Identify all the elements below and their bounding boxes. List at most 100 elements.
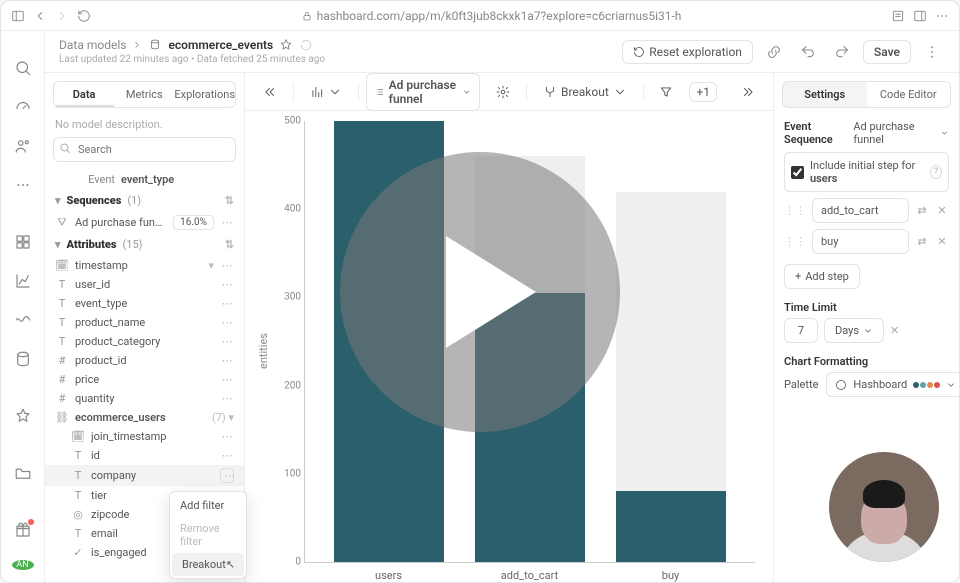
palette-selector[interactable]: Hashboard — [826, 372, 959, 397]
tree-row[interactable]: ⛛Ad purchase funnel16.0%⋯ — [45, 212, 244, 233]
swap-icon[interactable]: ⇄ — [915, 204, 929, 217]
search-icon — [59, 142, 71, 154]
nav-rail: AN — [1, 31, 45, 582]
time-limit-unit[interactable]: Days — [824, 318, 884, 343]
browser-titlebar: hashboard.com/app/m/k0ft3jub8ckxk1a7?exp… — [1, 1, 959, 31]
more-icon[interactable] — [14, 176, 32, 197]
model-subtitle: Last updated 22 minutes ago • Data fetch… — [59, 54, 325, 65]
swap-icon[interactable]: ⇄ — [915, 235, 929, 248]
menu-breakout[interactable]: Breakout↖ — [172, 553, 244, 576]
nav-forward-icon — [55, 9, 69, 23]
chart-icon[interactable] — [14, 272, 32, 293]
panel-icon[interactable] — [913, 9, 927, 23]
reset-exploration-button[interactable]: Reset exploration — [622, 40, 753, 64]
search-input[interactable] — [53, 137, 236, 162]
header-bar: Data models ecommerce_events Last update… — [45, 31, 959, 73]
event-sequence-selector[interactable]: Ad purchase funnel — [853, 120, 949, 146]
drag-handle-icon[interactable]: ⋮⋮ — [784, 204, 806, 217]
remove-step-icon[interactable]: ✕ — [935, 235, 949, 248]
tab-metrics[interactable]: Metrics — [114, 82, 174, 107]
tree-row[interactable]: #price⋯ — [45, 370, 244, 389]
user-avatar[interactable]: AN — [12, 560, 34, 570]
wave-icon[interactable] — [14, 311, 32, 332]
reader-icon[interactable] — [891, 9, 905, 23]
tree-row[interactable]: 🗓join_timestamp⋯ — [45, 427, 244, 446]
url-bar[interactable]: hashboard.com/app/m/k0ft3jub8ckxk1a7?exp… — [99, 9, 883, 23]
video-play-button[interactable] — [340, 152, 620, 432]
y-axis-label: entities — [253, 121, 274, 582]
model-title[interactable]: ecommerce_events — [168, 38, 273, 52]
help-icon[interactable]: ? — [930, 165, 942, 179]
lock-icon — [301, 10, 313, 22]
star-icon[interactable] — [14, 407, 32, 428]
star-outline-icon[interactable] — [279, 38, 293, 52]
menu-remove-filter: Remove filter — [170, 517, 246, 553]
dashboard-icon[interactable] — [14, 98, 32, 119]
tree-row[interactable]: Tproduct_category⋯ — [45, 332, 244, 351]
clear-time-limit-icon[interactable]: ✕ — [890, 324, 899, 337]
tree-row[interactable]: 🗓timestamp▾⋯ — [45, 256, 244, 275]
time-limit-value[interactable]: 7 — [784, 318, 818, 343]
kebab-icon[interactable] — [919, 39, 945, 65]
reset-icon — [633, 46, 645, 58]
filter-icon — [659, 85, 673, 99]
collapse-left-icon[interactable] — [255, 81, 285, 103]
model-icon — [148, 38, 162, 52]
step-field-1[interactable]: add_to_cart — [812, 198, 909, 223]
breakout-icon — [543, 85, 557, 99]
breakout-dropdown[interactable]: Breakout — [535, 81, 635, 103]
tab-settings[interactable]: Settings — [783, 82, 867, 107]
chevron-right-icon — [132, 40, 142, 50]
database-icon[interactable] — [14, 350, 32, 371]
list-icon — [375, 85, 384, 99]
include-initial-step-checkbox[interactable]: Include initial step for users ? — [784, 152, 949, 192]
breadcrumb-parent[interactable]: Data models — [59, 38, 126, 52]
tab-data[interactable]: Data — [54, 82, 114, 107]
tree-row[interactable]: Tuser_id⋯ — [45, 275, 244, 294]
refresh-spin-icon[interactable] — [299, 38, 313, 52]
settings-gear-icon[interactable] — [488, 81, 518, 103]
chart-type-dropdown[interactable] — [302, 81, 350, 103]
tree-row[interactable]: Tproduct_name⋯ — [45, 313, 244, 332]
collapse-right-icon[interactable] — [733, 81, 763, 103]
palette-label: Palette — [784, 378, 818, 391]
filter-count-chip[interactable]: +1 — [689, 82, 717, 102]
filter-button[interactable] — [651, 81, 681, 103]
tree-row[interactable]: Tevent_type⋯ — [45, 294, 244, 313]
model-description: No model description. — [45, 116, 244, 137]
add-step-button[interactable]: + Add step — [784, 264, 860, 289]
tree-row[interactable]: Tid⋯ — [45, 446, 244, 465]
palette-icon — [835, 379, 847, 391]
folder-icon[interactable] — [14, 464, 32, 485]
presenter-avatar — [829, 452, 939, 562]
tree-row[interactable]: Tcompany⋯ — [45, 465, 244, 486]
drag-handle-icon[interactable]: ⋮⋮ — [784, 235, 806, 248]
people-icon[interactable] — [14, 137, 32, 158]
search-icon[interactable] — [14, 59, 32, 80]
tab-explorations[interactable]: Explorations — [174, 82, 235, 107]
step-field-2[interactable]: buy — [812, 229, 909, 254]
measure-dropdown[interactable]: Ad purchase funnel — [366, 73, 480, 111]
tree-section[interactable]: ▾ Attributes (15)⇅ — [45, 233, 244, 256]
gift-icon[interactable] — [14, 521, 32, 542]
link-icon[interactable] — [761, 39, 787, 65]
tree-row[interactable]: #quantity⋯ — [45, 389, 244, 408]
cursor-icon: ↖ — [226, 558, 235, 571]
tree-section[interactable]: ▾ Sequences (1)⇅ — [45, 189, 244, 212]
event-type-row[interactable]: Eventevent_type — [45, 170, 244, 189]
nav-back-icon[interactable] — [33, 9, 47, 23]
context-menu: Add filter Remove filter Breakout↖ — [169, 491, 247, 579]
redo-icon[interactable] — [829, 39, 855, 65]
overflow-icon[interactable] — [935, 9, 949, 23]
nav-reload-icon[interactable] — [77, 9, 91, 23]
remove-step-icon[interactable]: ✕ — [935, 204, 949, 217]
tab-code-editor[interactable]: Code Editor — [867, 82, 951, 107]
undo-icon[interactable] — [795, 39, 821, 65]
chevron-down-icon — [462, 85, 471, 99]
grid-icon[interactable] — [14, 233, 32, 254]
save-button[interactable]: Save — [863, 40, 911, 64]
sidebar-toggle-icon[interactable] — [11, 9, 25, 23]
menu-add-filter[interactable]: Add filter — [170, 494, 246, 517]
joined-model-header[interactable]: ⛓ecommerce_users(7) ▾ — [45, 408, 244, 427]
tree-row[interactable]: #product_id⋯ — [45, 351, 244, 370]
